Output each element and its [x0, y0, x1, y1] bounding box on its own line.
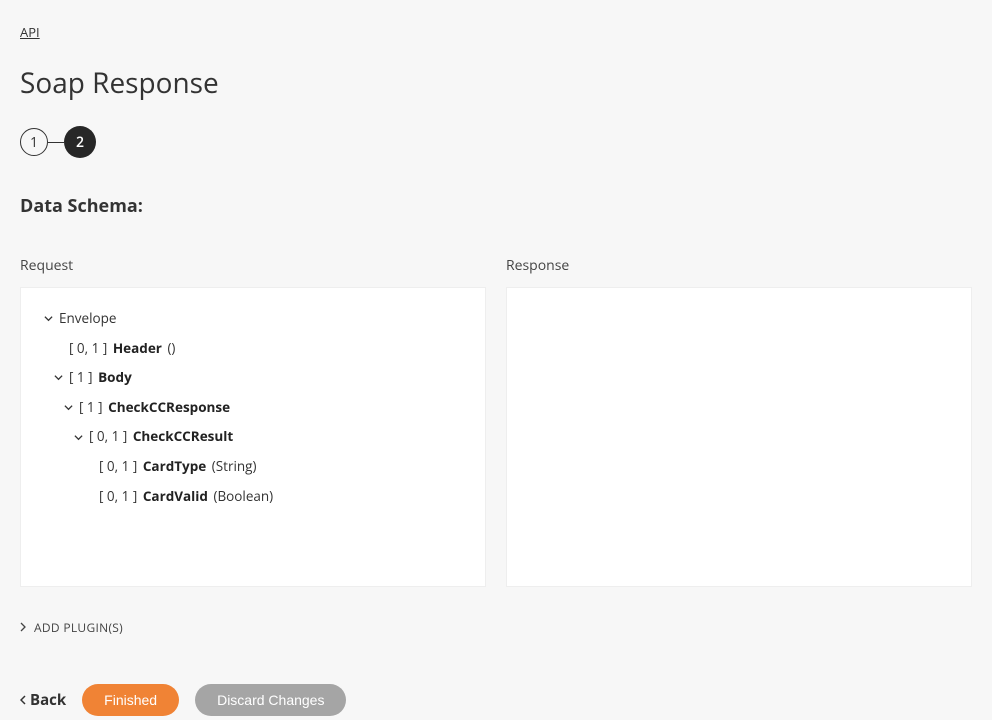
- tree-node-body[interactable]: [ 1 ] Body: [53, 367, 463, 389]
- tree-node-checkcc-result[interactable]: [ 0, 1 ] CheckCCResult: [73, 426, 463, 448]
- tree-node-label: Envelope: [59, 308, 116, 330]
- tree-node-label: [ 0, 1 ] CardType (String): [99, 456, 257, 478]
- chevron-down-icon[interactable]: [43, 314, 53, 323]
- add-plugins-label: ADD PLUGIN(S): [34, 619, 123, 636]
- tree-node-envelope[interactable]: Envelope: [43, 308, 463, 330]
- request-column: Request Envelope [ 0, 1 ] Header (): [20, 256, 486, 587]
- tree-node-header[interactable]: [ 0, 1 ] Header (): [53, 338, 463, 360]
- schema-row: Request Envelope [ 0, 1 ] Header (): [20, 256, 972, 587]
- tree-node-label: [ 0, 1 ] Header (): [69, 338, 175, 360]
- tree-node-label: [ 1 ] Body: [69, 367, 132, 389]
- request-schema-box: Envelope [ 0, 1 ] Header () [ 1 ] Body: [20, 287, 486, 587]
- back-label: Back: [30, 690, 66, 710]
- step-1[interactable]: 1: [20, 128, 48, 156]
- step-connector: [48, 142, 64, 143]
- request-label: Request: [20, 256, 486, 275]
- step-2[interactable]: 2: [64, 126, 96, 158]
- chevron-down-icon[interactable]: [63, 403, 73, 412]
- chevron-down-icon[interactable]: [73, 433, 83, 442]
- breadcrumb-api[interactable]: API: [20, 23, 40, 41]
- chevron-right-icon: [20, 619, 26, 636]
- response-schema-box: [506, 287, 972, 587]
- add-plugins[interactable]: ADD PLUGIN(S): [20, 619, 972, 636]
- page-title: Soap Response: [20, 64, 972, 102]
- finished-button[interactable]: Finished: [82, 684, 179, 716]
- tree-node-card-type[interactable]: [ 0, 1 ] CardType (String): [83, 456, 463, 478]
- tree-node-label: [ 1 ] CheckCCResponse: [79, 397, 230, 419]
- discard-button[interactable]: Discard Changes: [195, 684, 346, 716]
- stepper: 1 2: [20, 126, 972, 158]
- response-column: Response: [506, 256, 972, 587]
- section-title: Data Schema:: [20, 194, 972, 218]
- footer-actions: Back Finished Discard Changes: [20, 684, 972, 716]
- tree-node-card-valid[interactable]: [ 0, 1 ] CardValid (Boolean): [83, 486, 463, 508]
- tree-node-checkcc-response[interactable]: [ 1 ] CheckCCResponse: [63, 397, 463, 419]
- chevron-down-icon[interactable]: [53, 373, 63, 382]
- tree-node-label: [ 0, 1 ] CardValid (Boolean): [99, 486, 273, 508]
- chevron-left-icon: [20, 690, 26, 710]
- back-button[interactable]: Back: [20, 690, 66, 710]
- response-label: Response: [506, 256, 972, 275]
- tree-node-label: [ 0, 1 ] CheckCCResult: [89, 426, 233, 448]
